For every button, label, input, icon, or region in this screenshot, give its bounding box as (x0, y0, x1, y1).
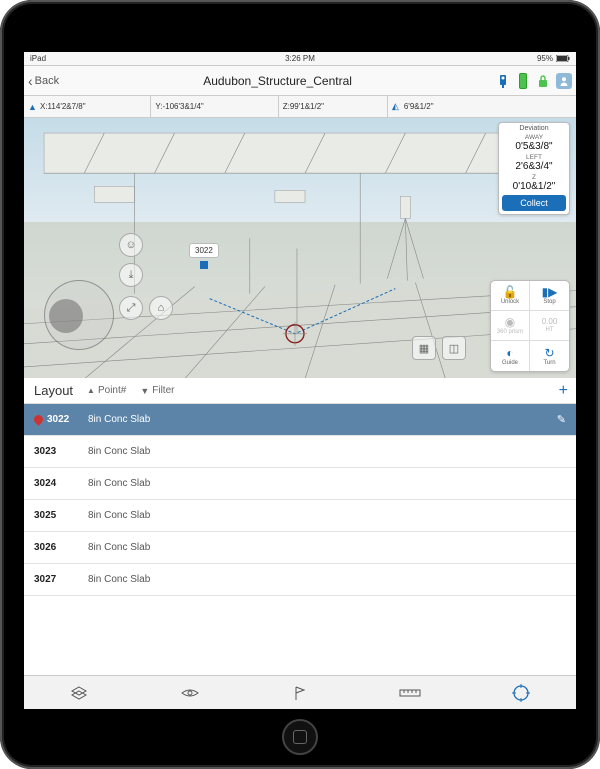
list-row[interactable]: 3026 8in Conc Slab (24, 532, 576, 564)
nav-header: ‹ Back Audubon_Structure_Central (24, 66, 576, 96)
ht-button[interactable]: 0.00 HT (530, 311, 569, 341)
page-title: Audubon_Structure_Central (63, 74, 492, 88)
point-callout[interactable]: 3022 (189, 243, 219, 258)
instrument-icon[interactable] (496, 72, 510, 90)
status-bar: iPad 3:26 PM 95% (24, 52, 576, 66)
ipad-frame: iPad 3:26 PM 95% ‹ Back Audubon_Structur… (0, 0, 600, 769)
edit-icon[interactable]: ✎ (557, 413, 566, 426)
screen: iPad 3:26 PM 95% ‹ Back Audubon_Structur… (24, 52, 576, 709)
back-label: Back (35, 75, 59, 87)
battery-icon (556, 55, 570, 62)
list-title: Layout (34, 383, 73, 398)
z-value: 0'10&1/2" (502, 181, 566, 192)
stop-button[interactable]: ▮▶ Stop (530, 281, 569, 311)
dist-icon: ◭ (392, 102, 402, 112)
left-value: 2'6&3/4" (502, 161, 566, 172)
status-time: 3:26 PM (285, 54, 315, 63)
deviation-title: Deviation (502, 125, 566, 132)
z-label: Z (502, 174, 566, 181)
joystick-knob[interactable] (49, 299, 83, 333)
point-list[interactable]: 3022 8in Conc Slab ✎ 3023 8in Conc Slab … (24, 404, 576, 675)
measure-button[interactable] (396, 681, 424, 705)
layer-toggle-2[interactable]: ◫ (442, 336, 466, 360)
left-label: LEFT (502, 154, 566, 161)
sort-icon: ▲ (87, 386, 95, 395)
unlock-icon: 🔓 (503, 286, 518, 298)
lock-icon[interactable] (536, 72, 550, 90)
instrument-control-panel: 🔓 Unlock ▮▶ Stop ◉ 360 prism 0.00 HT ◐ (490, 280, 570, 372)
guide-icon: ◐ (506, 347, 513, 359)
back-button[interactable]: ‹ Back (28, 73, 59, 89)
prism-icon: ▲ (28, 102, 38, 112)
ht-value: 0.00 (542, 318, 558, 326)
list-row[interactable]: 3025 8in Conc Slab (24, 500, 576, 532)
ipad-home-button[interactable] (282, 719, 318, 755)
coord-dist[interactable]: ◭ 6'9&1/2" (388, 96, 496, 117)
battery-level-icon[interactable] (516, 72, 530, 90)
list-row[interactable]: 3022 8in Conc Slab ✎ (24, 404, 576, 436)
unlock-button[interactable]: 🔓 Unlock (491, 281, 530, 311)
nav-actions (496, 72, 572, 90)
bottom-toolbar (24, 675, 576, 709)
stop-icon: ▮▶ (542, 286, 558, 298)
filter-button[interactable]: ▼ Filter (140, 385, 174, 396)
target-button[interactable] (507, 681, 535, 705)
collect-button[interactable]: Collect (502, 195, 566, 211)
turn-icon: ↻ (544, 347, 554, 359)
filter-icon: ▼ (140, 386, 149, 396)
coord-z[interactable]: Z:99'1&1/2" (279, 96, 388, 117)
pin-icon (32, 413, 45, 426)
home-view-button[interactable]: ⌂ (149, 296, 173, 320)
chevron-left-icon: ‹ (28, 73, 33, 89)
add-point-button[interactable]: + (559, 382, 568, 400)
list-row[interactable]: 3027 8in Conc Slab (24, 564, 576, 596)
battery-percent: 95% (537, 54, 553, 63)
person-view-button[interactable]: ☺ (119, 233, 143, 257)
sort-button[interactable]: ▲ Point# (87, 385, 126, 396)
list-row[interactable]: 3024 8in Conc Slab (24, 468, 576, 500)
deviation-panel: Deviation AWAY 0'5&3/8" LEFT 2'6&3/4" Z … (498, 122, 570, 215)
flag-button[interactable] (286, 681, 314, 705)
guide-button[interactable]: ◐ Guide (491, 341, 530, 371)
model-viewport[interactable]: 3022 ☺ ⤓ ⤢ ⌂ ▦ ◫ Deviation AWAY 0'5&3/ (24, 118, 576, 378)
joystick[interactable] (44, 280, 114, 350)
away-value: 0'5&3/8" (502, 141, 566, 152)
layer-toggle-1[interactable]: ▦ (412, 336, 436, 360)
view-tools-row: ⤢ ⌂ (119, 296, 173, 320)
list-header: Layout ▲ Point# ▼ Filter + (24, 378, 576, 404)
download-view-button[interactable]: ⤓ (119, 263, 143, 287)
list-row[interactable]: 3023 8in Conc Slab (24, 436, 576, 468)
prism-button[interactable]: ◉ 360 prism (491, 311, 530, 341)
coord-x[interactable]: ▲ X:114'2&7/8" (24, 96, 151, 117)
coord-y[interactable]: Y:-106'3&1/4" (151, 96, 278, 117)
visibility-button[interactable] (176, 681, 204, 705)
layers-button[interactable] (65, 681, 93, 705)
device-label: iPad (30, 54, 46, 63)
turn-button[interactable]: ↻ Turn (530, 341, 569, 371)
view-tools-column: ☺ ⤓ (119, 233, 143, 287)
away-label: AWAY (502, 134, 566, 141)
view-layer-tools: ▦ ◫ (412, 336, 466, 360)
user-icon[interactable] (556, 73, 572, 89)
zoom-extents-button[interactable]: ⤢ (119, 296, 143, 320)
prism-360-icon: ◉ (505, 316, 515, 328)
coordinates-bar: ▲ X:114'2&7/8" Y:-106'3&1/4" Z:99'1&1/2"… (24, 96, 576, 118)
